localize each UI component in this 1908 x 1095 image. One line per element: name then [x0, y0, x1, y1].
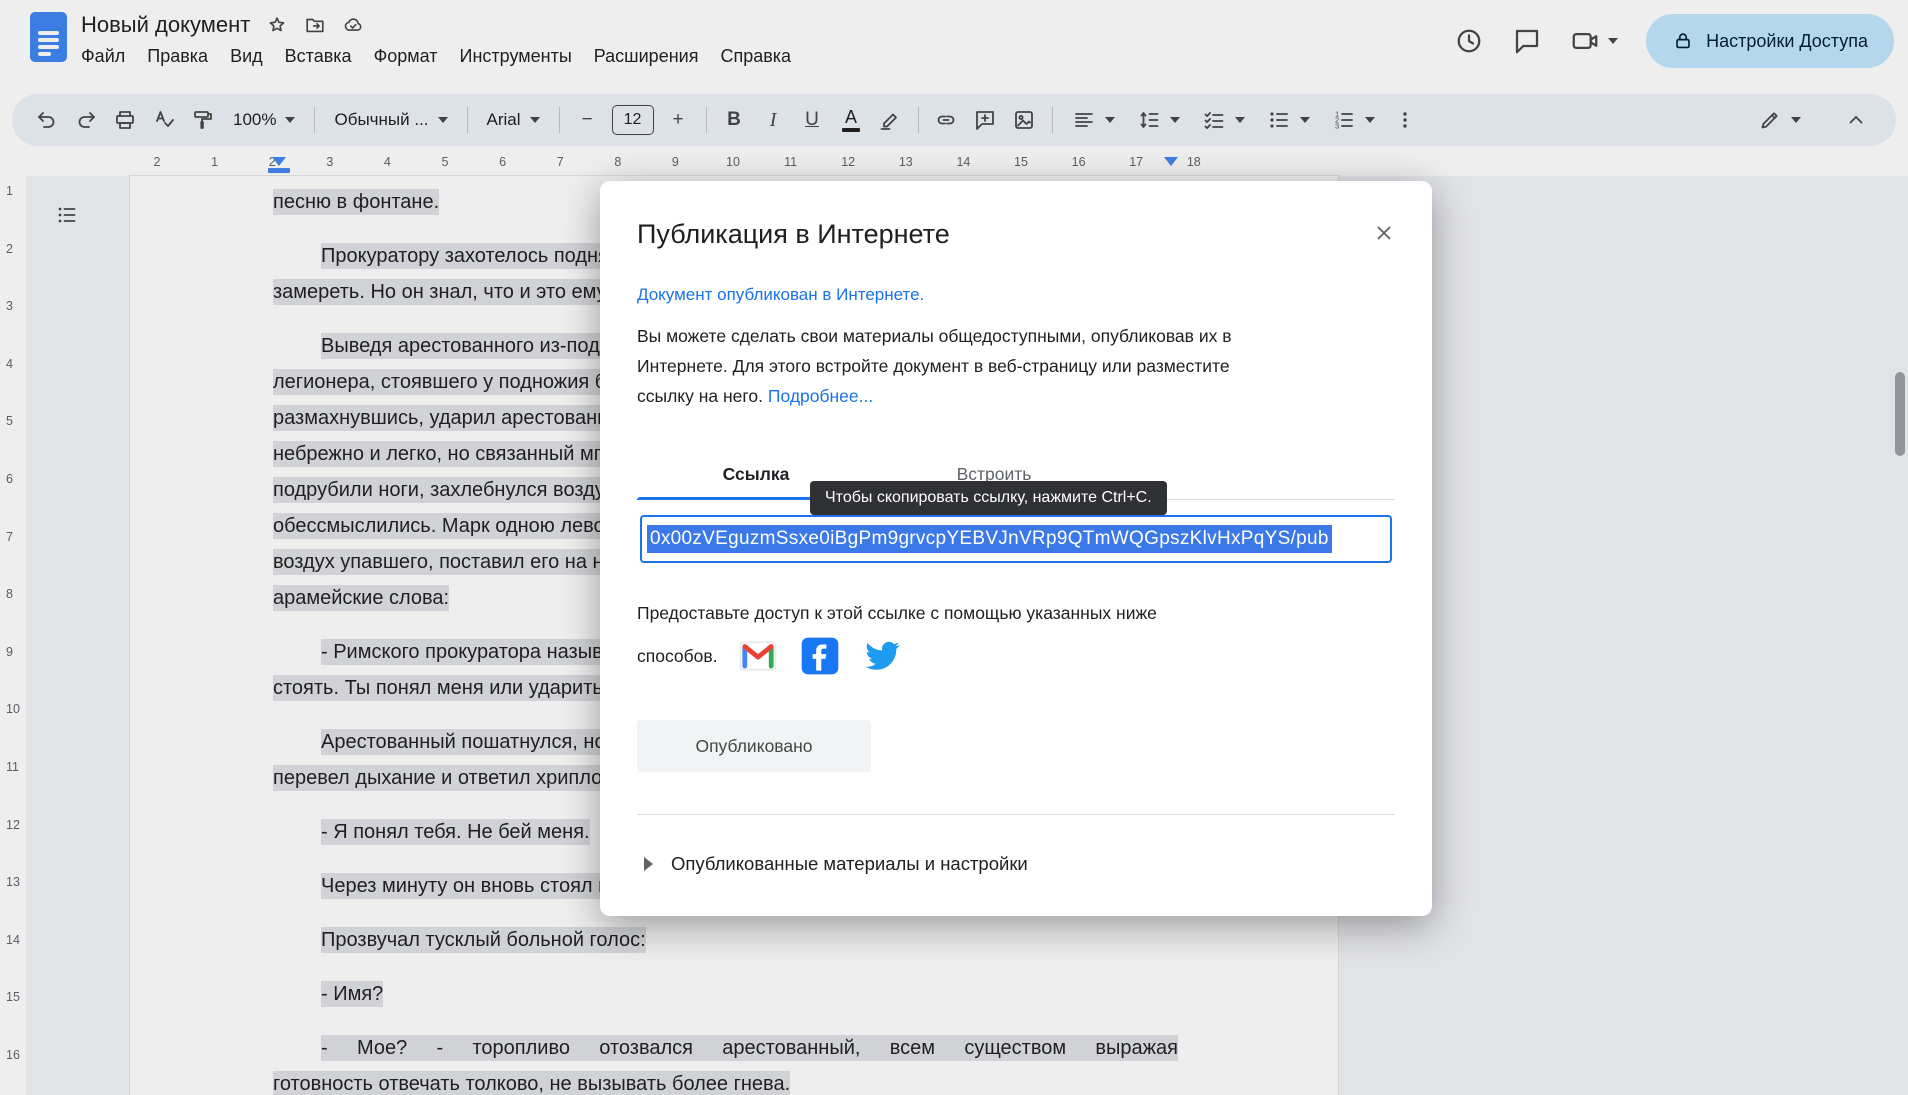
- publish-dialog: Публикация в Интернете Документ опублико…: [600, 181, 1432, 916]
- settings-toggle-label: Опубликованные материалы и настройки: [671, 853, 1028, 875]
- copy-link-tooltip: Чтобы скопировать ссылку, нажмите Ctrl+C…: [810, 481, 1167, 515]
- google-docs-app: Новый документ ФайлПравкаВидВставкаФорма…: [0, 0, 1908, 1095]
- published-status-text: Документ опубликован в Интернете.: [637, 285, 924, 305]
- published-link-input[interactable]: 0x00zVEguzmSsxe0iBgPm9grvcpYEBVJnVRp9QTm…: [640, 515, 1392, 563]
- gmail-icon[interactable]: [736, 634, 780, 678]
- close-icon: [1373, 222, 1395, 244]
- dialog-divider: [637, 814, 1395, 815]
- share-hint-line: Предоставьте доступ к этой ссылке с помо…: [637, 598, 1157, 628]
- twitter-icon[interactable]: [860, 634, 904, 678]
- share-hint: Предоставьте доступ к этой ссылке с помо…: [637, 598, 1157, 678]
- dialog-description: Вы можете сделать свои материалы общедос…: [637, 321, 1407, 411]
- share-hint-line: способов.: [637, 641, 718, 671]
- published-content-settings-toggle[interactable]: Опубликованные материалы и настройки: [644, 853, 1028, 875]
- description-line: ссылку на него. Подробнее...: [637, 381, 1407, 411]
- facebook-icon[interactable]: [798, 634, 842, 678]
- close-dialog-button[interactable]: [1364, 213, 1404, 253]
- selected-link-text: 0x00zVEguzmSsxe0iBgPm9grvcpYEBVJnVRp9QTm…: [647, 525, 1332, 553]
- description-line: Интернете. Для этого встройте документ в…: [637, 351, 1407, 381]
- published-button[interactable]: Опубликовано: [637, 720, 871, 772]
- dialog-title: Публикация в Интернете: [637, 219, 950, 250]
- disclosure-triangle-icon: [644, 857, 653, 871]
- description-line: Вы можете сделать свои материалы общедос…: [637, 321, 1407, 351]
- learn-more-link[interactable]: Подробнее...: [768, 386, 873, 406]
